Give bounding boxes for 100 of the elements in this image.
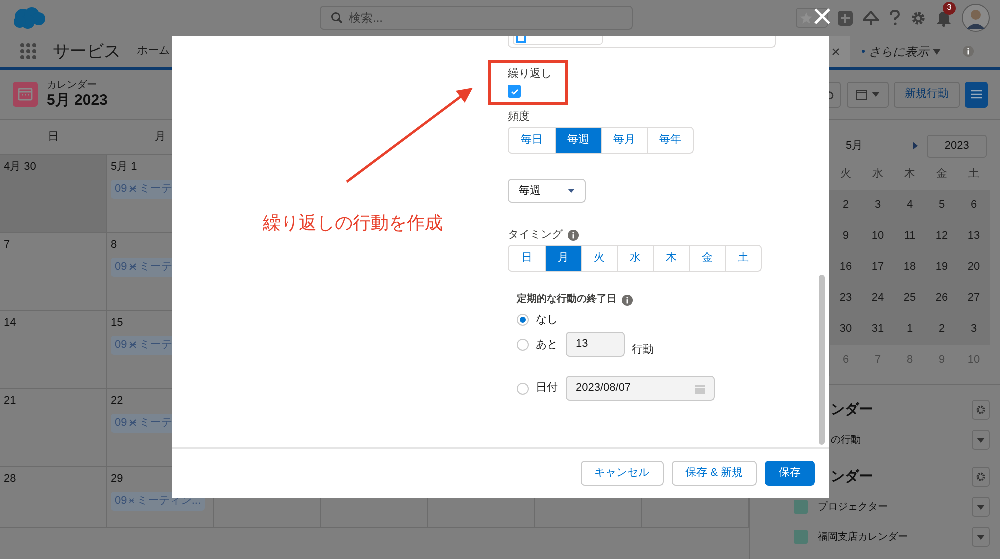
- recurrence-checkbox[interactable]: [508, 85, 521, 98]
- weekday-option[interactable]: 火: [581, 246, 617, 271]
- date-cell[interactable]: 27: [968, 290, 980, 307]
- date-cell[interactable]: 2: [938, 321, 946, 338]
- help-icon[interactable]: [889, 10, 901, 26]
- dropdown-button[interactable]: [972, 430, 990, 450]
- recurrence-icon: [129, 185, 138, 193]
- date-cell[interactable]: 16: [840, 259, 852, 276]
- scrollbar[interactable]: [819, 275, 825, 445]
- date-cell[interactable]: 5: [938, 197, 946, 214]
- bell-icon[interactable]: [936, 10, 952, 26]
- date-cell[interactable]: 6: [970, 197, 978, 214]
- new-event-button[interactable]: 新規行動: [894, 82, 960, 108]
- recurrence-icon: [129, 341, 138, 349]
- frequency-option[interactable]: 毎月: [601, 128, 647, 153]
- date-cell[interactable]: 24: [872, 290, 884, 307]
- weekday-label: 金: [936, 167, 948, 182]
- dialog-button[interactable]: 保存 & 新規: [672, 461, 757, 486]
- field-label: 定期的な行動の終了日: [517, 294, 617, 306]
- weekday-label: 日: [48, 130, 59, 145]
- menu-button[interactable]: [965, 82, 988, 108]
- count-field[interactable]: 13: [566, 332, 625, 358]
- date-cell[interactable]: 9: [842, 228, 850, 245]
- weekday-option[interactable]: 水: [617, 246, 653, 271]
- recurrence-icon: [129, 263, 138, 271]
- plus-icon[interactable]: [838, 10, 853, 26]
- day-number: 4月 30: [4, 160, 36, 175]
- cloud-logo[interactable]: [13, 6, 46, 30]
- date-cell[interactable]: 2: [842, 197, 850, 214]
- section-title: ンダー: [831, 400, 873, 419]
- date-cell[interactable]: 20: [968, 259, 980, 276]
- radio-button[interactable]: [517, 382, 529, 394]
- frequency-option[interactable]: 毎年: [647, 128, 693, 153]
- date-cell[interactable]: 18: [904, 259, 916, 276]
- weekday-option[interactable]: 金: [689, 246, 725, 271]
- settings-button[interactable]: [972, 400, 990, 420]
- annotation-text: 繰り返しの行動を作成: [263, 212, 443, 235]
- date-cell[interactable]: 4: [906, 197, 914, 214]
- favorites-button[interactable]: [796, 8, 828, 28]
- dialog-button[interactable]: キャンセル: [580, 461, 664, 486]
- weekday-option[interactable]: 木: [653, 246, 689, 271]
- next-month-icon[interactable]: [913, 142, 918, 150]
- weekday-option[interactable]: 土: [725, 246, 761, 271]
- caret-icon: [568, 189, 575, 193]
- date-cell[interactable]: 31: [872, 321, 884, 338]
- calendar-name: 福岡支店カレンダー: [818, 530, 908, 544]
- star-icon: [800, 12, 813, 24]
- date-cell[interactable]: 26: [936, 290, 948, 307]
- date-cell[interactable]: 12: [936, 228, 948, 245]
- page-subtitle: カレンダー: [47, 81, 98, 91]
- radio-button[interactable]: [517, 314, 529, 326]
- weekday-label: 火: [840, 167, 852, 182]
- settings-icon[interactable]: [911, 10, 926, 26]
- avatar[interactable]: [962, 4, 990, 32]
- calendar-swatch[interactable]: [794, 500, 808, 514]
- weekday-label: 水: [872, 167, 884, 182]
- date-cell[interactable]: 23: [840, 290, 852, 307]
- search-field[interactable]: 検索...: [320, 6, 633, 30]
- date-cell[interactable]: 30: [840, 321, 852, 338]
- day-number: 22: [111, 394, 124, 409]
- frequency-option[interactable]: 毎週: [555, 128, 601, 153]
- search-icon: [331, 12, 343, 24]
- date-cell[interactable]: 13: [968, 228, 980, 245]
- date-cell[interactable]: 17: [872, 259, 884, 276]
- field-label: 繰り返し: [508, 68, 552, 80]
- refresh-icon: [827, 90, 835, 100]
- frequency-option[interactable]: 毎日: [509, 128, 555, 153]
- dropdown-button[interactable]: [972, 497, 990, 517]
- date-cell[interactable]: 11: [904, 228, 916, 245]
- caret-icon: [977, 534, 985, 540]
- weekday-option[interactable]: 月: [545, 246, 581, 271]
- date-cell[interactable]: 3: [874, 197, 882, 214]
- date-cell[interactable]: 3: [970, 321, 978, 338]
- app-launcher-icon[interactable]: [20, 43, 37, 60]
- nav-item[interactable]: ホーム: [137, 43, 170, 60]
- radio-label: 日付: [536, 381, 558, 396]
- settings-button[interactable]: [972, 466, 990, 486]
- calendar-view-button[interactable]: [847, 82, 889, 108]
- more-tab[interactable]: さらに表示: [862, 42, 941, 60]
- date-cell[interactable]: 25: [904, 290, 916, 307]
- day-number: 29: [111, 472, 124, 487]
- year-field[interactable]: 2023: [927, 134, 988, 158]
- day-number: 15: [111, 316, 124, 331]
- menu-icon: [971, 90, 982, 99]
- date-cell[interactable]: 19: [936, 259, 948, 276]
- radio-button[interactable]: [517, 338, 529, 351]
- weekday-option[interactable]: 日: [509, 246, 545, 271]
- page-title: 5月 2023: [47, 93, 108, 108]
- calendar-swatch[interactable]: [794, 530, 808, 544]
- date-cell[interactable]: 1: [906, 321, 914, 338]
- dialog-button[interactable]: 保存: [765, 461, 815, 486]
- radio-label: あと: [536, 338, 558, 352]
- date-field[interactable]: 2023/08/07: [566, 376, 715, 401]
- date-cell[interactable]: 10: [872, 228, 884, 245]
- interval-select[interactable]: 毎週: [508, 179, 586, 203]
- close-button[interactable]: [812, 6, 833, 27]
- field-label: タイミング: [508, 229, 563, 241]
- calendar-icon: [695, 384, 705, 394]
- dropdown-button[interactable]: [972, 527, 990, 547]
- settings-icon: [976, 404, 986, 414]
